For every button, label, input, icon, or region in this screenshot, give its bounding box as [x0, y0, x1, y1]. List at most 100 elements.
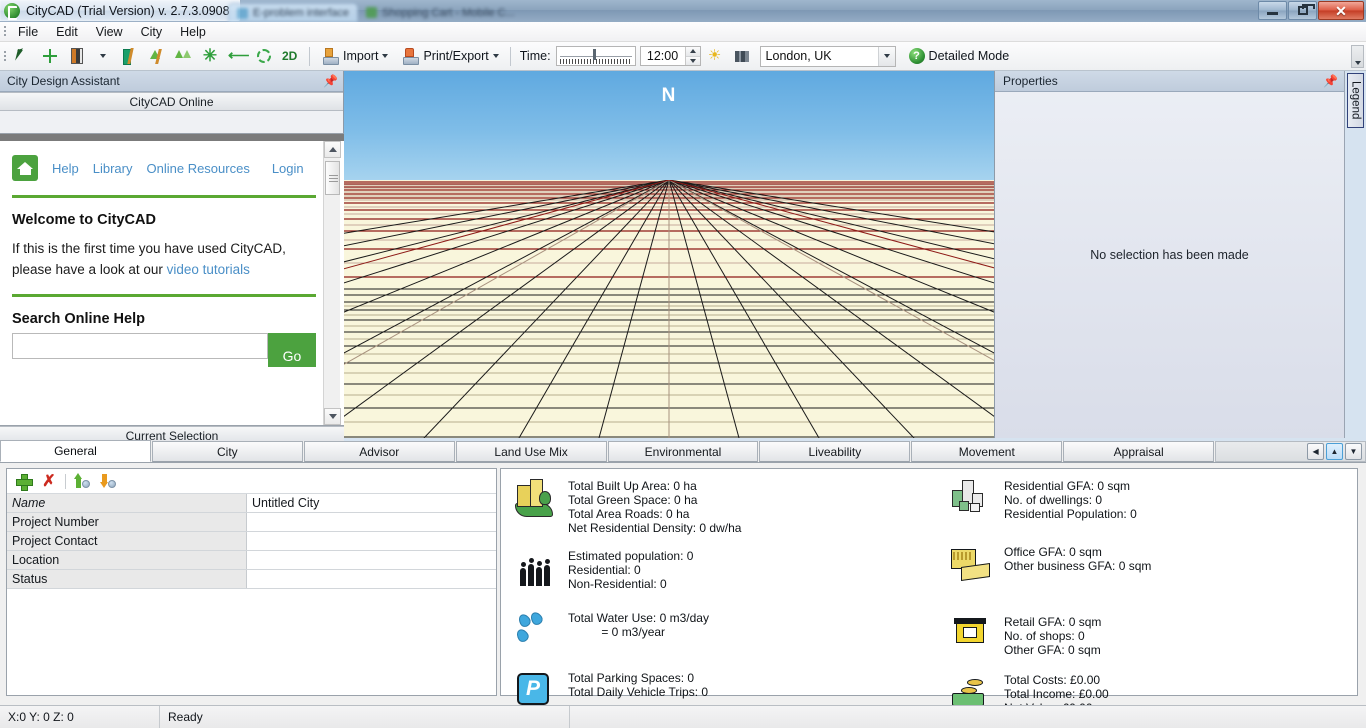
- orbit-tool-button[interactable]: [251, 44, 277, 68]
- import-button[interactable]: Import: [315, 44, 394, 68]
- tab-land-use-mix[interactable]: Land Use Mix: [455, 441, 607, 462]
- tab-general[interactable]: General: [0, 440, 151, 462]
- 3d-viewport[interactable]: N: [344, 71, 995, 438]
- time-slider-thumb[interactable]: [592, 49, 596, 60]
- left-panel-title: City Design Assistant: [7, 74, 120, 88]
- tab-liveability[interactable]: Liveability: [759, 441, 911, 462]
- select-tool-button[interactable]: [10, 44, 36, 68]
- link-library[interactable]: Library: [93, 161, 133, 176]
- time-value[interactable]: 12:00: [641, 47, 685, 65]
- pin-icon[interactable]: 📌: [1323, 74, 1338, 88]
- city-statistics-panel: Total Built Up Area: 0 ha Total Green Sp…: [500, 468, 1358, 715]
- detailed-mode-button[interactable]: ? Detailed Mode: [903, 44, 1016, 68]
- move-row-up-button[interactable]: [72, 471, 92, 491]
- link-login[interactable]: Login: [272, 161, 304, 176]
- search-online-help-input[interactable]: [12, 333, 268, 359]
- menu-item-view[interactable]: View: [87, 23, 132, 41]
- table-row[interactable]: Status: [7, 570, 496, 589]
- minimize-button[interactable]: [1258, 1, 1287, 20]
- table-row[interactable]: Name Untitled City: [7, 494, 496, 513]
- section-citycad-online[interactable]: CityCAD Online: [0, 92, 343, 111]
- view-2d-button[interactable]: 2D: [278, 44, 304, 68]
- background-tab-2-label: Shopping Cart - Mobile C...: [382, 6, 515, 19]
- row-value-name[interactable]: Untitled City: [247, 494, 496, 512]
- tab-appraisal[interactable]: Appraisal: [1063, 441, 1215, 462]
- toolbar-overflow-button[interactable]: [1351, 45, 1364, 68]
- tab-environmental[interactable]: Environmental: [607, 441, 759, 462]
- table-row[interactable]: Project Number: [7, 513, 496, 532]
- measure-tool-dropdown[interactable]: [91, 44, 115, 68]
- stat-line: Retail GFA: 0 sqm: [1004, 615, 1102, 629]
- scroll-down-button[interactable]: [324, 408, 341, 425]
- tab-nav-up-button[interactable]: ▲: [1326, 442, 1344, 460]
- move-row-down-button[interactable]: [98, 471, 118, 491]
- table-row[interactable]: Project Contact: [7, 532, 496, 551]
- delete-row-button[interactable]: ✗: [39, 471, 59, 491]
- legend-tab[interactable]: Legend: [1347, 73, 1364, 128]
- restore-button[interactable]: [1288, 1, 1317, 20]
- web-nav: Help Library Online Resources Login: [8, 141, 320, 181]
- toolbar-separator: [309, 46, 310, 66]
- stat-line: Total Daily Vehicle Trips: 0: [568, 685, 709, 699]
- stat-population-lines: Estimated population: 0 Residential: 0 N…: [568, 547, 693, 591]
- link-video-tutorials[interactable]: video tutorials: [167, 262, 250, 277]
- browser-gray-bar: [0, 134, 344, 141]
- time-spinner-up[interactable]: [685, 47, 700, 57]
- pan-tool-button[interactable]: [37, 44, 63, 68]
- sun-position-button[interactable]: ☀: [702, 44, 728, 68]
- node-tool-button[interactable]: ✳: [197, 44, 223, 68]
- draw-link-button[interactable]: [143, 44, 169, 68]
- bottom-tab-strip: General City Advisor Land Use Mix Enviro…: [0, 440, 1366, 463]
- measure-tool-button[interactable]: [64, 44, 90, 68]
- link-help[interactable]: Help: [52, 161, 79, 176]
- draw-block-button[interactable]: [116, 44, 142, 68]
- grid-toolbar-separator: [65, 473, 66, 489]
- tab-advisor[interactable]: Advisor: [303, 441, 455, 462]
- browser-vertical-scrollbar[interactable]: [323, 141, 341, 425]
- time-spinner[interactable]: 12:00: [639, 46, 701, 66]
- back-tool-button[interactable]: ⟵: [224, 44, 250, 68]
- row-value-status[interactable]: [247, 570, 496, 588]
- stat-line: Non-Residential: 0: [568, 577, 667, 591]
- green-space-button[interactable]: [170, 44, 196, 68]
- row-value-location[interactable]: [247, 551, 496, 569]
- toolbar-grip-handle[interactable]: [0, 46, 9, 66]
- properties-panel-title: Properties: [1003, 74, 1058, 88]
- tab-nav-prev-button[interactable]: ◀: [1307, 442, 1325, 460]
- title-bar: CityCAD (Trial Version) v. 2.7.3.0908 E-…: [0, 0, 1366, 22]
- divider-green: [12, 294, 316, 297]
- chevron-down-icon: [328, 414, 337, 419]
- menu-item-help[interactable]: Help: [171, 23, 215, 41]
- add-row-button[interactable]: [13, 471, 33, 491]
- tab-nav-down-button[interactable]: ▼: [1345, 442, 1363, 460]
- background-tab-2: Shopping Cart - Mobile C...: [358, 3, 523, 22]
- general-tab-content: ✗ Name Untitled City Project Number Proj…: [0, 463, 1366, 715]
- close-icon: ✕: [1335, 2, 1347, 19]
- time-slider[interactable]: [555, 46, 636, 66]
- menu-item-city[interactable]: City: [132, 23, 172, 41]
- table-row[interactable]: Location: [7, 551, 496, 570]
- scroll-up-button[interactable]: [324, 141, 341, 158]
- tab-movement[interactable]: Movement: [911, 441, 1063, 462]
- home-icon[interactable]: [12, 155, 38, 181]
- property-rows: Name Untitled City Project Number Projec…: [7, 494, 496, 589]
- menu-grip-handle[interactable]: [0, 22, 9, 42]
- menu-item-edit[interactable]: Edit: [47, 23, 87, 41]
- location-dropdown-button[interactable]: [877, 46, 895, 66]
- link-online-resources[interactable]: Online Resources: [147, 161, 250, 176]
- pin-icon[interactable]: 📌: [323, 74, 338, 88]
- row-value-project-number[interactable]: [247, 513, 496, 531]
- stat-population: Estimated population: 0 Residential: 0 N…: [513, 547, 921, 591]
- scrollbar-thumb[interactable]: [325, 161, 340, 195]
- shadows-button[interactable]: [729, 44, 755, 68]
- row-value-project-contact[interactable]: [247, 532, 496, 550]
- time-spinner-down[interactable]: [685, 56, 700, 65]
- arrow-down-icon: [100, 473, 116, 489]
- legend-tab-label: Legend: [1349, 81, 1362, 120]
- tab-city[interactable]: City: [151, 441, 303, 462]
- print-export-button[interactable]: Print/Export: [395, 44, 504, 68]
- menu-item-file[interactable]: File: [9, 23, 47, 41]
- go-button[interactable]: Go: [268, 333, 316, 367]
- close-button[interactable]: ✕: [1318, 1, 1364, 20]
- location-combobox[interactable]: London, UK: [759, 45, 896, 67]
